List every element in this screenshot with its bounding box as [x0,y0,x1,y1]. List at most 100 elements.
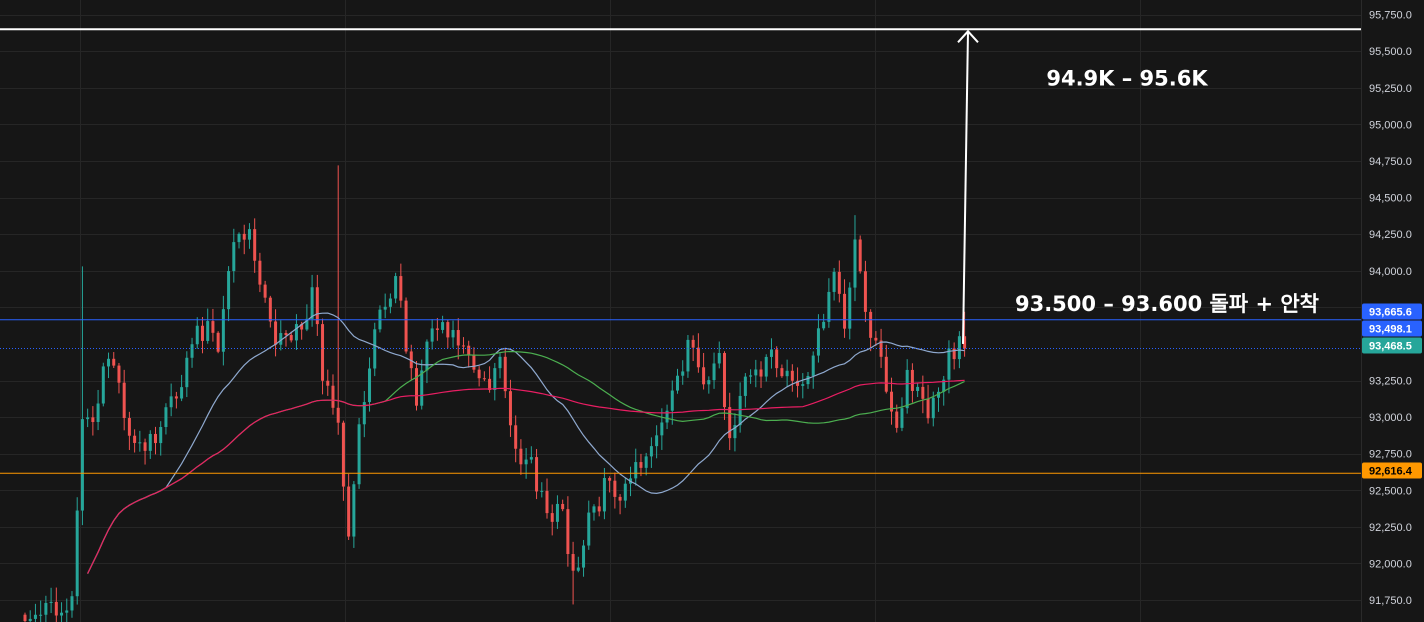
candle-body [399,276,403,301]
candle-body [430,328,434,342]
candle-body [472,355,476,370]
candle-body [764,356,768,377]
candle-body [696,347,700,368]
candle-body [582,545,586,568]
candle-body [644,456,648,468]
candle-body [686,339,690,372]
price-tag-label: 92,616.4 [1369,466,1413,478]
price-chart[interactable]: 94.9K – 95.6K 93.500 – 93.600 돌파 + 안착 95,… [0,0,1424,622]
candle-body [921,386,925,399]
candle-body [91,417,95,423]
candle-body [712,363,716,381]
candle-body [420,370,424,406]
annotation-text: 94.9K – 95.6K [1046,67,1208,91]
candle-body [775,349,779,369]
candle-body [514,425,518,449]
candle-body [863,271,867,312]
candle-body [232,242,236,272]
candle-body [482,378,486,380]
candle-body [80,419,84,511]
candle-body [576,567,580,571]
candle-body [227,271,231,310]
candle-body [843,293,847,329]
candle-body [837,271,841,294]
candle-body [618,496,622,501]
candle-body [174,396,178,399]
candle-body [717,353,721,364]
candle-body [571,554,575,571]
candle-body [23,614,27,622]
y-tick-label: 95,000.0 [1369,119,1412,131]
candle-body [185,357,189,388]
candle-body [900,408,904,428]
candle-body [785,370,789,377]
candle-body [122,382,126,419]
candle-body [268,297,272,322]
candle-body [39,614,43,616]
candle-body [822,321,826,329]
candle-body [310,287,314,319]
candle-body [759,369,763,377]
candle-body [284,333,288,336]
candle-body [660,422,664,436]
candle-body [143,442,147,451]
candle-body [190,344,194,358]
candle-body [263,284,267,298]
candle-body [274,321,278,345]
candle-body [743,376,747,396]
candle-body [441,322,445,330]
candle-body [592,506,596,513]
candle-body [70,596,74,611]
candle-body [425,341,429,371]
candle-body [326,380,330,386]
candle-body [200,325,204,341]
candle-body [294,324,298,341]
candle-body [221,309,225,352]
candle-body [498,356,502,369]
y-tick-label: 94,000.0 [1369,266,1412,278]
candle-body [728,407,732,439]
candle-body [154,433,157,444]
candle-body [555,503,559,522]
candle-body [655,435,659,447]
candle-body [133,435,137,443]
candle-body [368,368,372,403]
candle-body [451,330,455,338]
y-tick-label: 94,750.0 [1369,156,1412,168]
candle-body [869,311,873,338]
candle-body [253,229,257,261]
candle-body [848,287,852,329]
candle-body [827,291,831,322]
candle-body [769,349,773,357]
candle-body [75,510,79,597]
price-tag-label: 93,665.6 [1369,307,1412,319]
annotation-text: 93.500 – 93.600 돌파 + 안착 [1015,292,1319,316]
candle-body [206,321,210,341]
y-tick-label: 92,000.0 [1369,558,1412,570]
candle-body [707,380,711,385]
candle-body [258,260,262,285]
candle-body [242,233,246,240]
candle-body [237,233,241,243]
candle-body [754,369,758,376]
candle-body [905,369,909,409]
y-tick-label: 94,500.0 [1369,193,1412,205]
y-tick-label: 93,000.0 [1369,412,1412,424]
candle-body [60,612,64,616]
candle-body [467,345,471,356]
candle-body [44,602,48,615]
y-tick-label: 94,250.0 [1369,229,1412,241]
candle-body [331,385,335,408]
candle-body [780,368,784,377]
candle-body [806,375,810,385]
candle-body [159,427,163,444]
y-tick-label: 91,750.0 [1369,595,1412,607]
candle-body [670,390,674,411]
candle-body [289,335,293,341]
candle-body [790,370,794,381]
candle-body [138,442,142,444]
candle-body [211,321,215,333]
candle-body [477,369,481,379]
candle-body [107,358,111,367]
price-tag-label: 93,468.5 [1369,341,1412,353]
